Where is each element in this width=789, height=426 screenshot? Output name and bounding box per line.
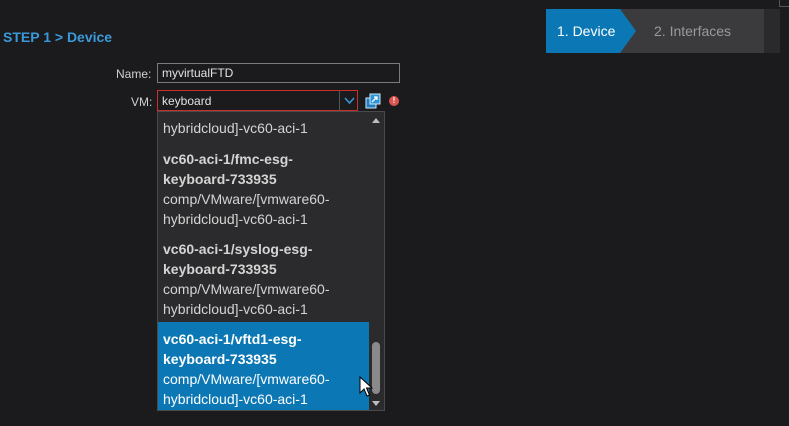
option-line: hybridcloud]-vc60-aci-1: [163, 301, 308, 317]
option-line: vc60-aci-1/syslog-esg-: [163, 241, 313, 257]
option-line: vc60-aci-1/vftd1-esg-: [163, 331, 302, 347]
option-line: keyboard-733935: [163, 261, 277, 277]
wizard-step-arrow: [620, 9, 636, 53]
name-label: Name:: [116, 67, 152, 81]
option-line: hybridcloud]-vc60-aci-1: [163, 391, 308, 407]
dropdown-option-syslog-esg[interactable]: vc60-aci-1/syslog-esg- keyboard-733935 c…: [158, 239, 370, 319]
dropdown-option-fmc-esg[interactable]: vc60-aci-1/fmc-esg- keyboard-733935 comp…: [158, 149, 370, 229]
option-line: comp/VMware/[vmware60-: [163, 281, 330, 297]
scroll-down-icon[interactable]: [372, 401, 380, 406]
wizard-progress: 1. Device 2. Interfaces: [546, 9, 780, 53]
option-line: comp/VMware/[vmware60-: [163, 191, 330, 207]
scrollbar-thumb[interactable]: [372, 342, 380, 394]
wizard-step-interfaces[interactable]: 2. Interfaces: [654, 9, 731, 53]
vm-label: VM:: [131, 95, 153, 109]
dropdown-option-partial[interactable]: hybridcloud]-vc60-aci-1: [158, 118, 370, 138]
mouse-cursor-icon: [359, 376, 373, 397]
dropdown-scrollbar[interactable]: [369, 112, 384, 410]
option-line: hybridcloud]-vc60-aci-1: [163, 211, 308, 227]
wizard-step-device[interactable]: 1. Device: [546, 9, 620, 53]
vm-input[interactable]: keyboard: [157, 90, 358, 111]
copy-icon[interactable]: [365, 93, 381, 109]
dropdown-option-vftd1-esg[interactable]: vc60-aci-1/vftd1-esg- keyboard-733935 co…: [158, 322, 370, 410]
option-line: keyboard-733935: [163, 171, 277, 187]
scroll-up-icon[interactable]: [372, 118, 380, 123]
vm-dropdown-toggle[interactable]: [339, 90, 358, 111]
option-line: hybridcloud]-vc60-aci-1: [163, 120, 308, 136]
option-line: vc60-aci-1/fmc-esg-: [163, 151, 293, 167]
vm-dropdown-list[interactable]: hybridcloud]-vc60-aci-1 vc60-aci-1/fmc-e…: [157, 111, 385, 411]
wizard-end-cap: [764, 9, 780, 53]
option-line: keyboard-733935: [163, 351, 277, 367]
page-title: STEP 1 > Device: [3, 29, 113, 45]
name-input[interactable]: myvirtualFTD: [157, 63, 400, 83]
option-line: comp/VMware/[vmware60-: [163, 371, 330, 387]
chevron-down-icon: [343, 97, 355, 104]
corner-divider: [779, 0, 789, 7]
alert-icon: !: [389, 96, 399, 106]
